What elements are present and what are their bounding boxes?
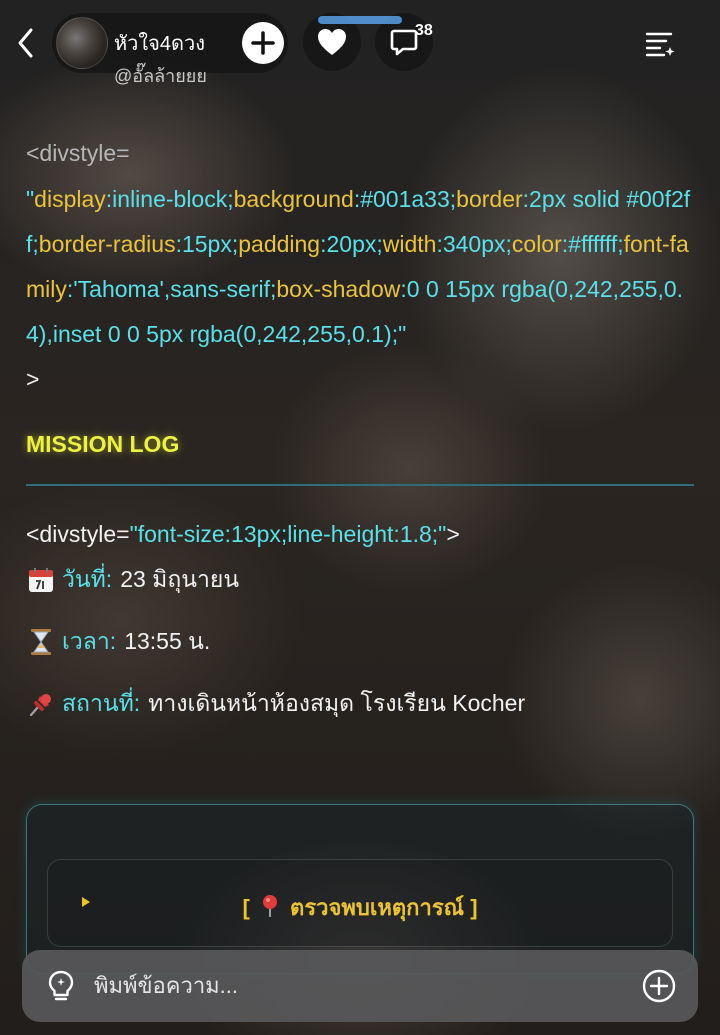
css-value-token: " xyxy=(26,186,35,212)
style-attribute-code: "display:inline-block;background:#001a33… xyxy=(26,177,696,357)
code-close-bracket: > xyxy=(26,366,40,392)
css-value-token: 20px xyxy=(326,231,377,257)
message-composer xyxy=(22,950,698,1022)
place-row: สถานที่: ทางเดินหน้าห้องสมุด โรงเรียน Ko… xyxy=(26,684,696,724)
css-value-token: #001a33 xyxy=(360,186,450,212)
inner-div-style: "font-size:13px;line-height:1.8;" xyxy=(129,521,447,547)
inner-div-suffix: > xyxy=(446,521,460,547)
css-property-token: box-shadow xyxy=(276,276,401,302)
code-open-tag: <divstyle= xyxy=(26,140,130,166)
css-value-token: 'Tahoma',sans-serif xyxy=(73,276,270,302)
section-title: [ ตรวจพบเหตุการณ์ ] xyxy=(48,890,672,925)
list-menu-icon xyxy=(645,32,675,57)
mission-title: MISSION LOG xyxy=(26,431,180,457)
divider xyxy=(26,484,694,486)
avatar[interactable] xyxy=(56,17,108,69)
plus-circle-icon xyxy=(642,969,676,1003)
place-value: ทางเดินหน้าห้องสมุด โรงเรียน Kocher xyxy=(148,690,526,716)
css-property-token: width xyxy=(382,231,437,257)
profile-name[interactable]: หัวใจ4ดวง xyxy=(114,27,205,59)
heart-icon xyxy=(318,29,346,55)
inner-div-prefix: <divstyle= xyxy=(26,521,130,547)
css-value-token: 15px xyxy=(181,231,232,257)
calendar-emoji-icon xyxy=(26,565,56,595)
comment-count: 38 xyxy=(415,22,433,39)
mission-card: [ ตรวจพบเหตุการณ์ ] xyxy=(26,804,694,974)
message-input[interactable] xyxy=(94,968,614,1004)
css-property-token: padding xyxy=(238,231,321,257)
pushpin-emoji-icon xyxy=(26,689,56,719)
lightbulb-icon[interactable] xyxy=(42,967,80,1005)
time-row: เวลา: 13:55 น. xyxy=(26,622,696,662)
css-property-token: border xyxy=(456,186,523,212)
date-row: วันที่: 23 มิถุนายน xyxy=(26,560,696,600)
plus-icon xyxy=(251,31,275,55)
date-value: 23 มิถุนายน xyxy=(120,566,240,592)
css-property-token: background xyxy=(233,186,354,212)
css-property-token: display xyxy=(34,186,106,212)
css-property-token: color xyxy=(511,231,562,257)
section-open-bracket: [ xyxy=(242,895,250,920)
css-property-token: border-radius xyxy=(38,231,176,257)
time-value: 13:55 น. xyxy=(124,628,211,654)
event-detected-section[interactable]: [ ตรวจพบเหตุการณ์ ] xyxy=(47,859,673,947)
post-content: <divstyle= "display:inline-block;backgro… xyxy=(26,130,696,724)
menu-button[interactable] xyxy=(640,24,680,64)
css-value-token: #ffffff xyxy=(568,231,618,257)
section-close-bracket: ] xyxy=(470,895,478,920)
round-pushpin-icon xyxy=(262,895,277,917)
top-bar: หัวใจ4ดวง @อั๊ลล้ายยย 38 xyxy=(0,0,720,86)
css-value-token: inline-block xyxy=(112,186,228,212)
css-value-token: " xyxy=(398,321,407,347)
css-value-token: 340px xyxy=(442,231,506,257)
chevron-left-icon xyxy=(18,28,33,58)
date-label: วันที่: xyxy=(62,566,113,592)
follow-button[interactable] xyxy=(242,22,284,64)
profile-handle: @อั๊ลล้ายยย xyxy=(114,66,207,86)
reading-progress-bar xyxy=(318,16,402,24)
hourglass-emoji-icon xyxy=(26,627,56,657)
inner-div-code: <divstyle="font-size:13px;line-height:1.… xyxy=(26,516,696,552)
section-title-text: ตรวจพบเหตุการณ์ xyxy=(290,895,465,920)
time-label: เวลา: xyxy=(62,628,117,654)
back-button[interactable] xyxy=(12,24,40,62)
add-attachment-button[interactable] xyxy=(640,967,678,1005)
place-label: สถานที่: xyxy=(62,690,141,716)
